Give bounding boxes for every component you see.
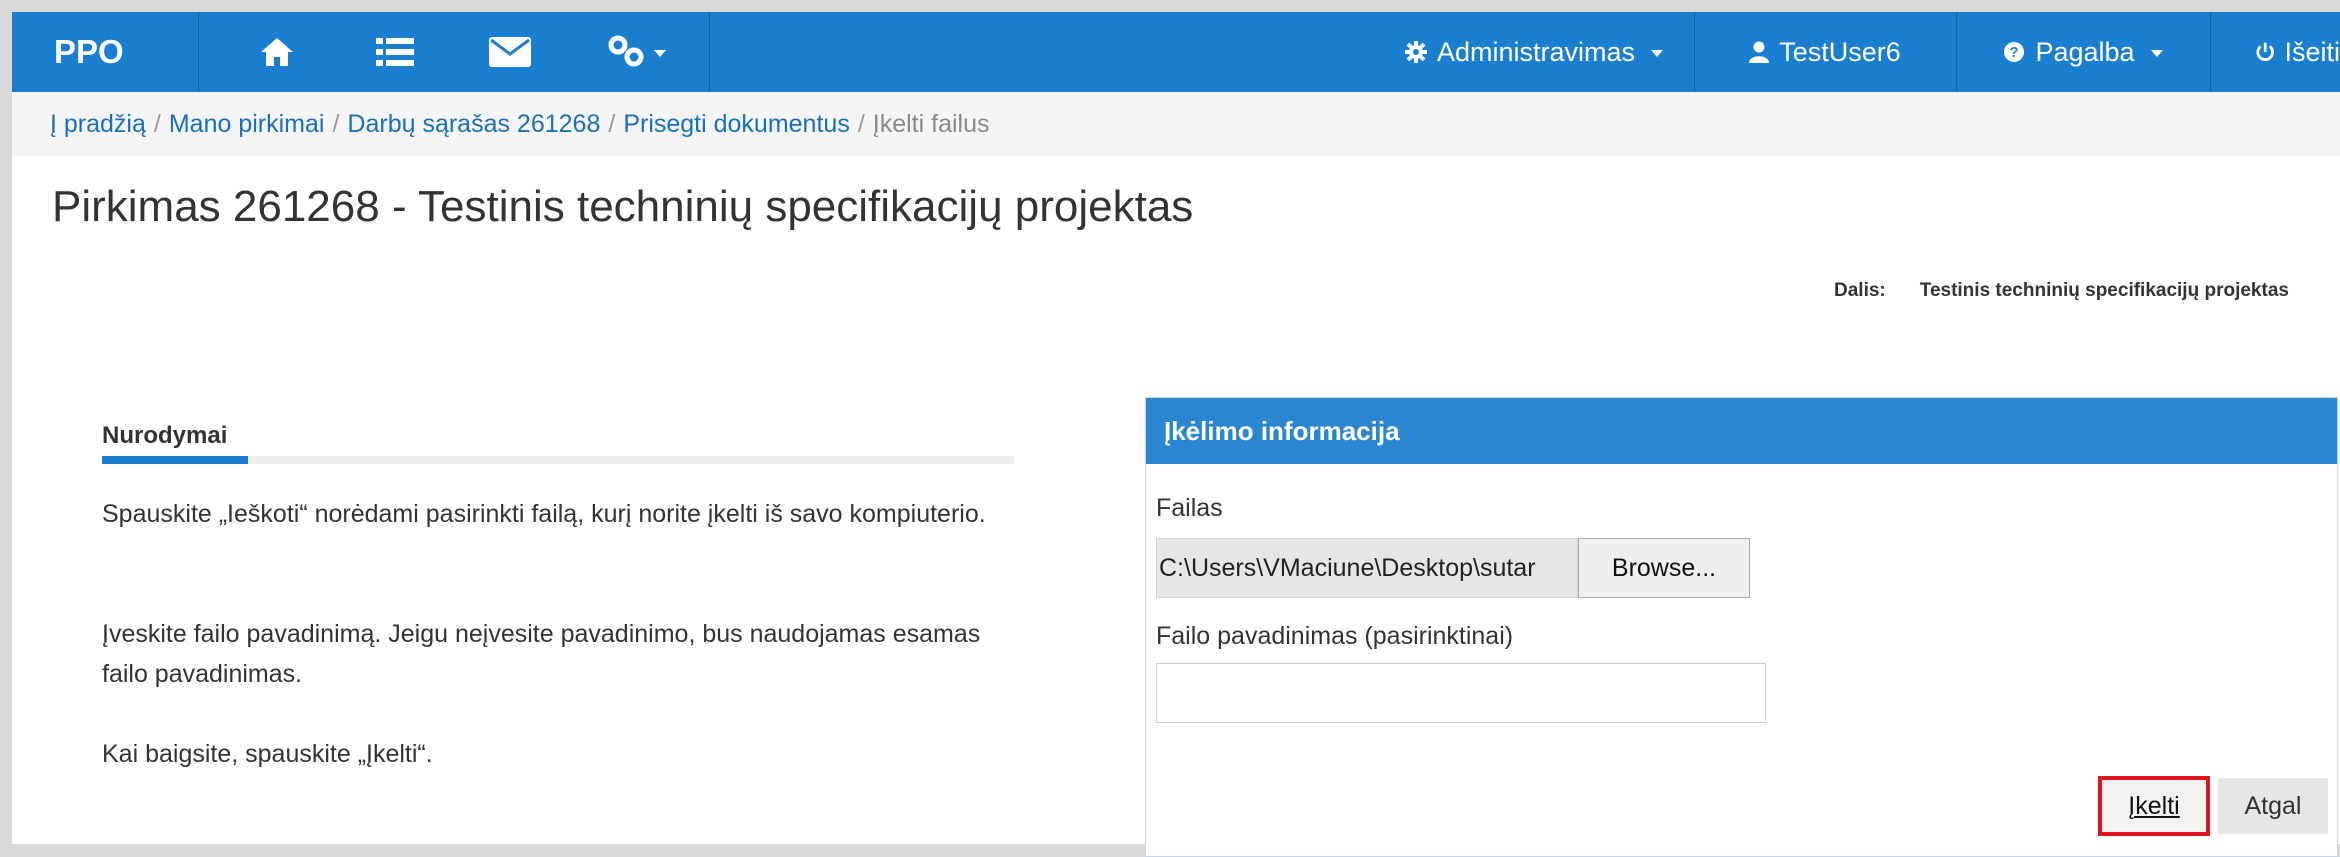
user-icon <box>1749 41 1770 63</box>
envelope-icon[interactable] <box>475 17 545 87</box>
part-info: Dalis: Testinis techninių specifikacijų p… <box>1834 280 2289 302</box>
breadcrumb-separator: / <box>857 109 865 138</box>
file-name-label: Failo pavadinimas (pasirinktinai) <box>1156 622 1514 650</box>
page-title: Pirkimas 261268 - Testinis techninių spe… <box>52 182 1194 231</box>
home-icon[interactable] <box>242 17 312 87</box>
svg-text:?: ? <box>2010 44 2019 61</box>
user-menu-label: TestUser6 <box>1779 36 1901 67</box>
admin-menu-label: Administravimas <box>1436 36 1636 67</box>
upload-button[interactable]: Įkelti <box>2098 776 2210 836</box>
gear-icon <box>1404 41 1427 63</box>
breadcrumb-separator: / <box>332 109 340 138</box>
instructions-paragraph-1: Spauskite „Ieškoti“ norėdami pasirinkti … <box>102 500 986 528</box>
breadcrumb-attach-link[interactable]: Prisegti dokumentus <box>623 110 850 139</box>
logout-label: Išeiti <box>2284 36 2340 67</box>
chevron-down-icon <box>1651 50 1664 57</box>
breadcrumb-separator: / <box>608 109 616 138</box>
breadcrumb-purchases-link[interactable]: Mano pirkimai <box>169 110 325 139</box>
help-menu[interactable]: ? Pagalba <box>1956 12 2210 92</box>
instructions-paragraph-2: Įveskite failo pavadinimą. Jeigu neįvesi… <box>102 620 981 688</box>
nav-divider <box>198 12 199 92</box>
user-menu[interactable]: TestUser6 <box>1694 12 1956 92</box>
breadcrumb-home-link[interactable]: Į pradžią <box>50 110 146 139</box>
chevron-down-icon <box>654 50 666 57</box>
admin-menu[interactable]: Administravimas <box>1374 12 1694 92</box>
breadcrumb-separator: / <box>153 109 161 138</box>
link-icon[interactable] <box>592 17 682 87</box>
instructions-underline-accent <box>102 456 248 464</box>
file-label: Failas <box>1156 494 1223 522</box>
top-navbar: PPO Administravimas TestUser6 ? Pagalba … <box>12 12 2340 92</box>
question-circle-icon: ? <box>2004 42 2025 62</box>
part-value: Testinis techninių specifikacijų projekt… <box>1919 280 2289 301</box>
upload-button-label: Įkelti <box>2128 791 2180 820</box>
help-menu-label: Pagalba <box>2035 36 2135 67</box>
instructions-heading: Nurodymai <box>102 422 228 449</box>
list-icon[interactable] <box>360 17 430 87</box>
part-label: Dalis: <box>1834 280 1886 301</box>
file-path-field[interactable]: C:\Users\VMaciune\Desktop\sutar <box>1156 538 1578 598</box>
logout-button[interactable]: Išeiti <box>2210 12 2340 92</box>
nav-divider <box>709 12 710 92</box>
brand-logo[interactable]: PPO <box>12 12 198 92</box>
back-button[interactable]: Atgal <box>2218 778 2328 834</box>
instructions-paragraph-3: Kai baigsite, spauskite „Įkelti“. <box>102 740 433 768</box>
breadcrumb-current: Įkelti failus <box>872 109 990 138</box>
power-icon <box>2256 42 2274 61</box>
page: PPO Administravimas TestUser6 ? Pagalba … <box>12 12 2340 857</box>
upload-panel-heading: Įkėlimo informacija <box>1146 398 2337 464</box>
chevron-down-icon <box>2150 50 2163 57</box>
breadcrumb-work-list-link[interactable]: Darbų sąrašas 261268 <box>347 110 600 139</box>
file-name-input[interactable] <box>1156 663 1766 723</box>
upload-info-panel: Įkėlimo informacija Failas C:\Users\VMac… <box>1145 397 2338 857</box>
browse-button[interactable]: Browse... <box>1578 538 1750 598</box>
breadcrumb: Į pradžią / Mano pirkimai / Darbų sąraša… <box>12 92 2340 156</box>
